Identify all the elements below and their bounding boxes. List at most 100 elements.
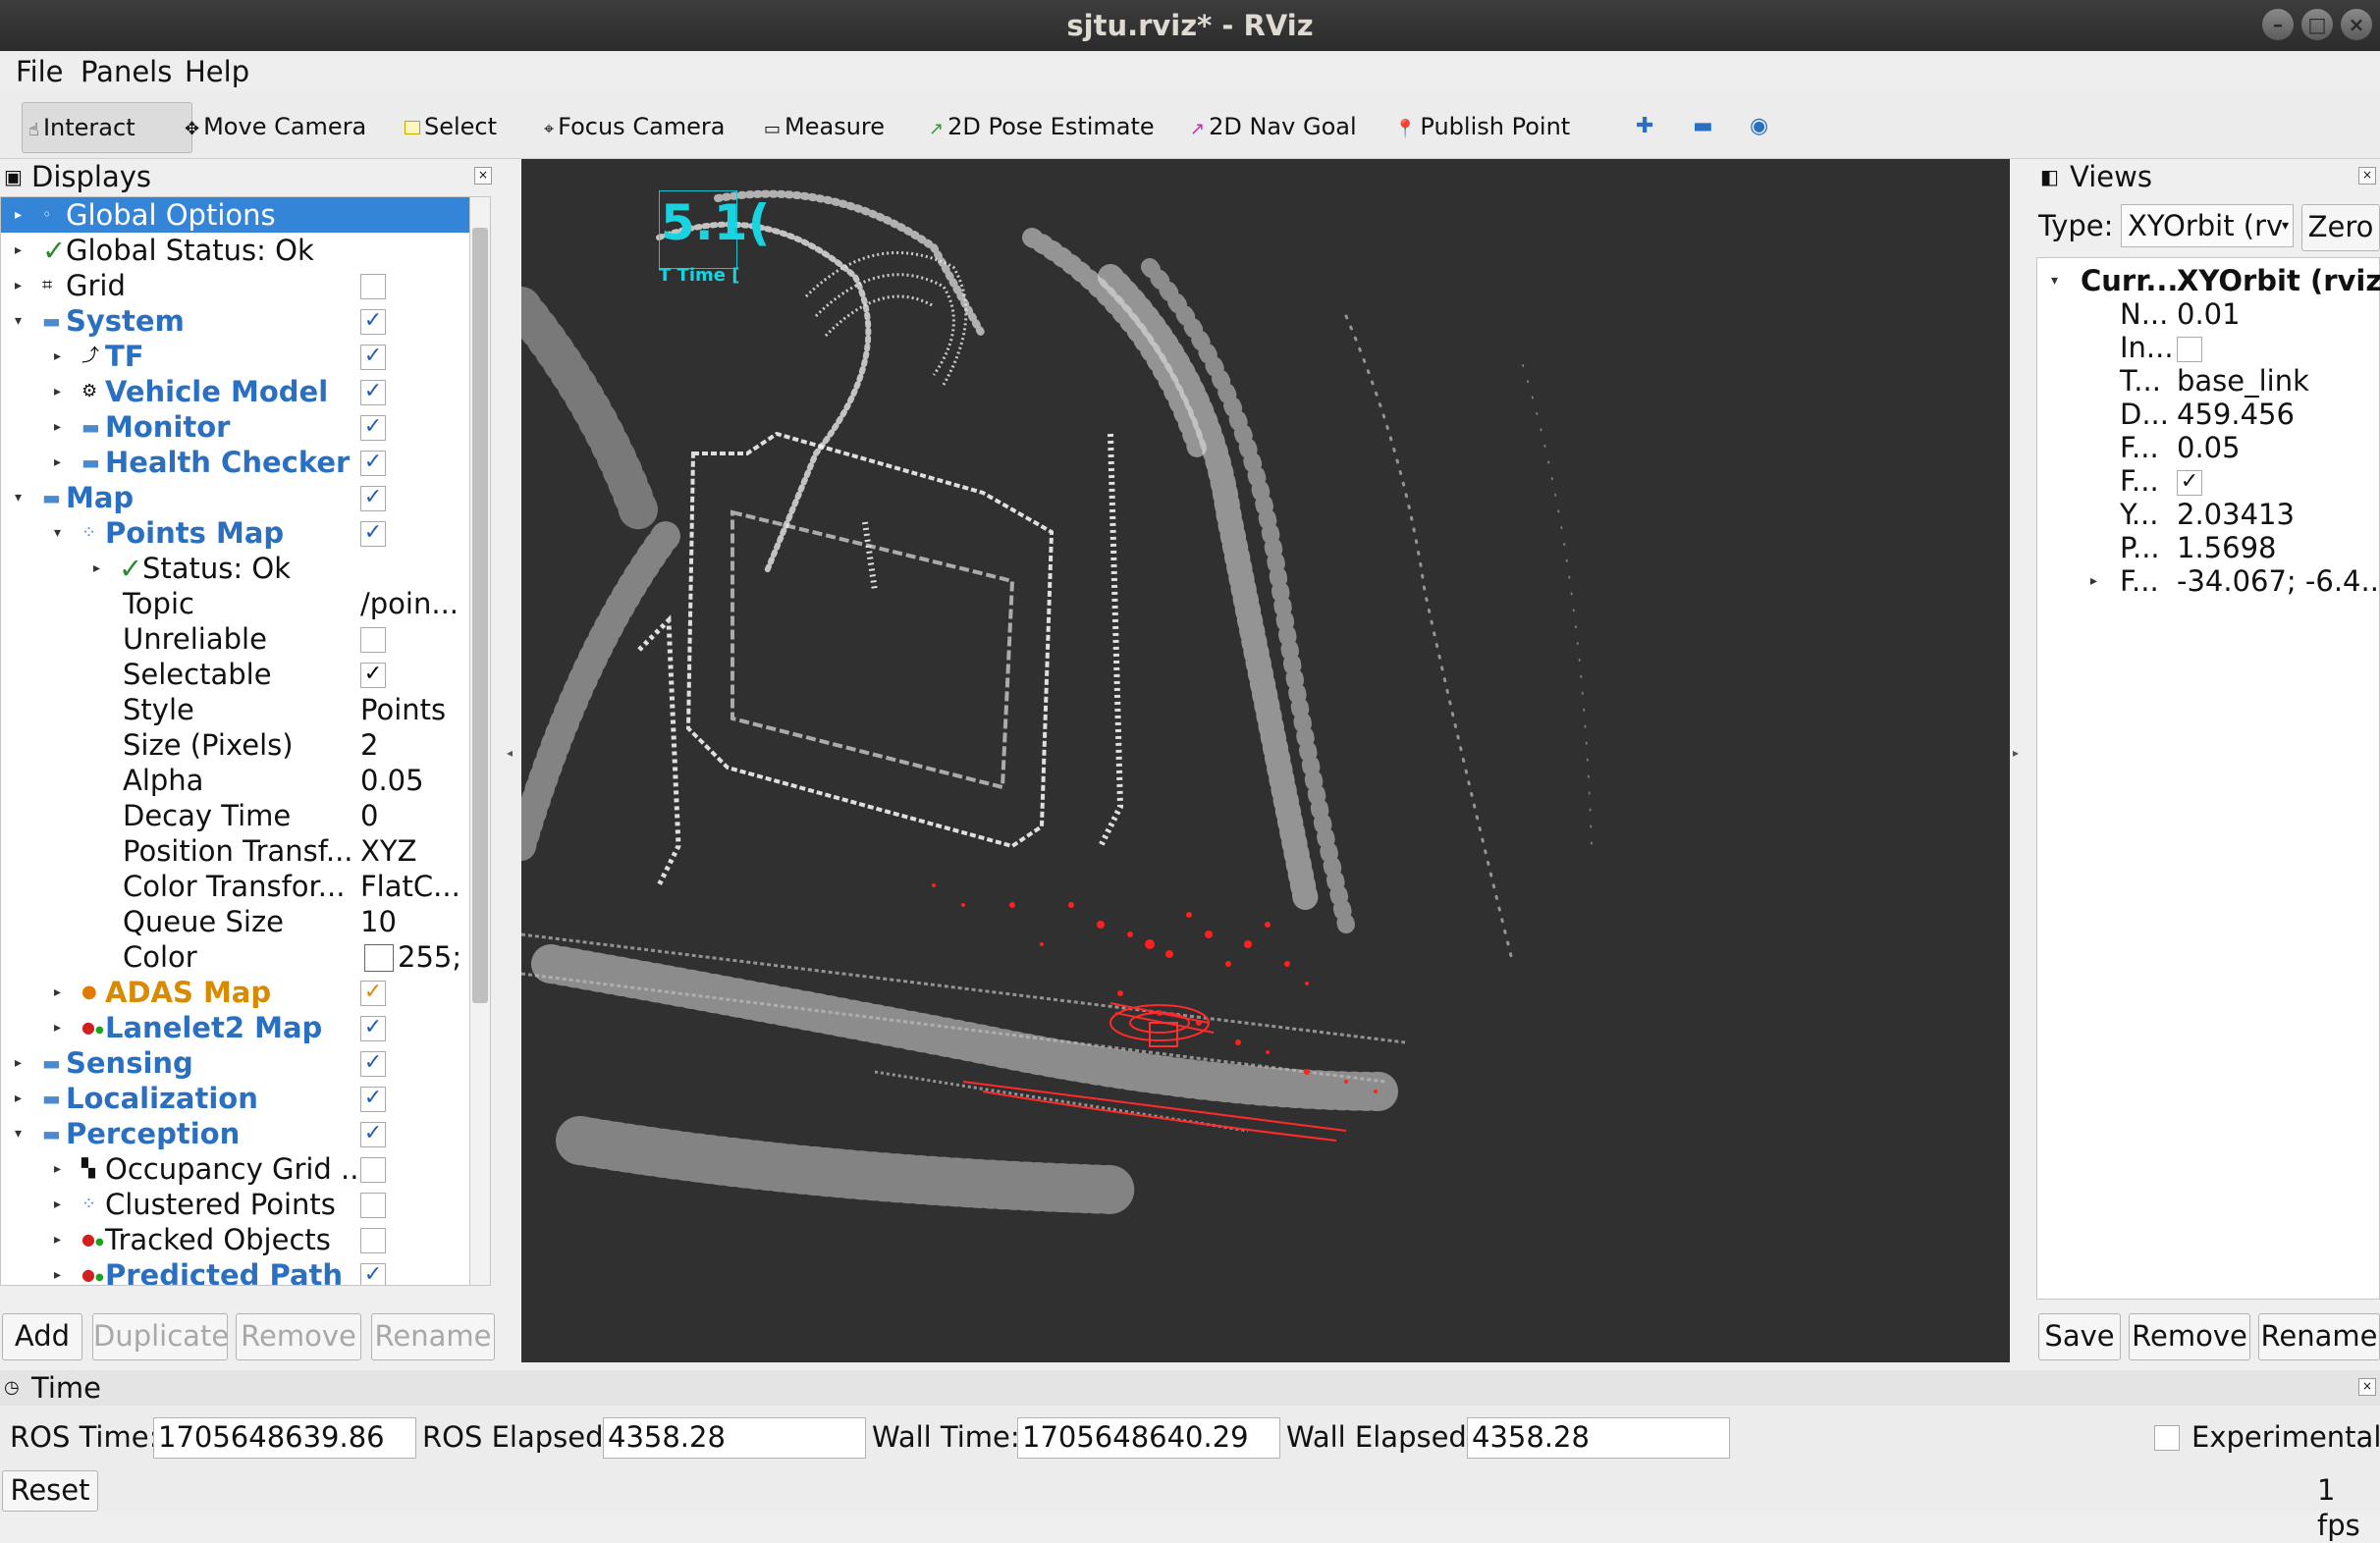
tree-item-clustered-points[interactable]: ▸ ⁘ Clustered Points	[1, 1187, 470, 1222]
view-prop-row[interactable]: In...	[2037, 331, 2379, 364]
tree-item-grid[interactable]: ▸ ⌗ Grid	[1, 268, 470, 303]
tree-item-occupancy-grid[interactable]: ▸ ▚ Occupancy Grid ...	[1, 1151, 470, 1187]
rename-display-button[interactable]: Rename	[371, 1313, 495, 1360]
prop-color[interactable]: Color 255;	[1, 939, 470, 975]
render-viewport[interactable]: 5.1( T Time [	[521, 159, 2010, 1362]
menu-help[interactable]: Help	[185, 55, 249, 88]
nav-goal-tool[interactable]: ↗ 2D Nav Goal	[1190, 102, 1357, 151]
unreliable-checkbox[interactable]	[360, 627, 386, 653]
queue-size-value[interactable]: 10	[360, 904, 397, 939]
reset-button[interactable]: Reset	[2, 1470, 98, 1512]
prop-value[interactable]: 2.03413	[2177, 498, 2295, 531]
tree-item-monitor[interactable]: ▸ ▬ Monitor ✓	[1, 409, 470, 445]
tree-item-map[interactable]: ▾ ▬ Map ✓	[1, 480, 470, 515]
pose-estimate-tool[interactable]: ↗ 2D Pose Estimate	[929, 102, 1155, 151]
view-prop-row[interactable]: D... 459.456	[2037, 398, 2379, 431]
point-cloud-map[interactable]	[521, 159, 2010, 1362]
tree-item-predicted-path[interactable]: ▸ ●● Predicted Path ✓	[1, 1257, 470, 1285]
tree-item-points-map[interactable]: ▾ ⁘ Points Map ✓	[1, 515, 470, 551]
selectable-checkbox[interactable]: ✓	[360, 663, 386, 688]
menu-file[interactable]: File	[16, 55, 64, 88]
sensing-checkbox[interactable]: ✓	[360, 1051, 386, 1077]
view-prop-row[interactable]: Y... 2.03413	[2037, 498, 2379, 531]
view-type-select[interactable]: XYOrbit (rv ▾	[2121, 204, 2294, 247]
alpha-value[interactable]: 0.05	[360, 763, 424, 798]
prop-unreliable[interactable]: Unreliable	[1, 621, 470, 657]
publish-point-tool[interactable]: 📍 Publish Point	[1394, 102, 1570, 151]
left-splitter-handle[interactable]: ◂	[507, 746, 513, 760]
wall-time-field[interactable]: 1705648640.29	[1017, 1417, 1280, 1459]
prop-decay-time[interactable]: Decay Time 0	[1, 798, 470, 833]
style-value[interactable]: Points	[360, 692, 446, 727]
prop-value[interactable]: base_link	[2177, 364, 2309, 398]
menu-panels[interactable]: Panels	[81, 55, 172, 88]
tree-item-sensing[interactable]: ▸ ▬ Sensing ✓	[1, 1045, 470, 1081]
measure-tool[interactable]: ▭ Measure	[764, 102, 885, 151]
size-value[interactable]: 2	[360, 727, 378, 763]
tree-item-vehicle-model[interactable]: ▸ ⚙ Vehicle Model ✓	[1, 374, 470, 409]
points-map-checkbox[interactable]: ✓	[360, 521, 386, 547]
adas-map-checkbox[interactable]: ✓	[360, 981, 386, 1006]
tree-item-global-options[interactable]: ▸ ◦ Global Options	[1, 197, 470, 233]
close-icon[interactable]: ×	[2358, 1378, 2376, 1396]
view-prop-row[interactable]: P... 1.5698	[2037, 531, 2379, 564]
ros-time-field[interactable]: 1705648639.86	[153, 1417, 416, 1459]
view-prop-row[interactable]: N... 0.01	[2037, 297, 2379, 331]
prop-position-transformer[interactable]: Position Transf... XYZ	[1, 833, 470, 869]
prop-size[interactable]: Size (Pixels) 2	[1, 727, 470, 763]
remove-display-button[interactable]: Remove	[236, 1313, 361, 1360]
move-camera-tool[interactable]: ✥ Move Camera	[185, 102, 366, 151]
experimental-checkbox[interactable]	[2154, 1425, 2180, 1451]
tf-checkbox[interactable]: ✓	[360, 345, 386, 370]
tree-item-global-status[interactable]: ▸ ✓ Global Status: Ok	[1, 233, 470, 268]
tree-item-adas-map[interactable]: ▸ ● ADAS Map ✓	[1, 975, 470, 1010]
localization-checkbox[interactable]: ✓	[360, 1087, 386, 1112]
view-prop-row[interactable]: ▸ F... -34.067; -6.4...	[2037, 564, 2380, 598]
prop-alpha[interactable]: Alpha 0.05	[1, 763, 470, 798]
close-icon[interactable]: ×	[2358, 167, 2376, 185]
vehicle-model-checkbox[interactable]: ✓	[360, 380, 386, 405]
wall-elapsed-field[interactable]: 4358.28	[1467, 1417, 1730, 1459]
ros-elapsed-field[interactable]: 4358.28	[603, 1417, 866, 1459]
clustered-points-checkbox[interactable]	[360, 1193, 386, 1218]
view-prop-row[interactable]: T... base_link	[2037, 364, 2379, 398]
tree-item-localization[interactable]: ▸ ▬ Localization ✓	[1, 1081, 470, 1116]
add-tool-icon[interactable]: ✚	[1636, 102, 1653, 151]
topic-value[interactable]: /poin...	[360, 586, 459, 621]
tree-item-lanelet2-map[interactable]: ▸ ●● Lanelet2 Map ✓	[1, 1010, 470, 1045]
predicted-path-checkbox[interactable]: ✓	[360, 1263, 386, 1285]
view-prop-row[interactable]: F... ✓	[2037, 464, 2379, 498]
focus-camera-tool[interactable]: ⌖ Focus Camera	[544, 102, 726, 151]
prop-queue-size[interactable]: Queue Size 10	[1, 904, 470, 939]
save-view-button[interactable]: Save	[2038, 1313, 2121, 1360]
tree-item-status-ok[interactable]: ▸ ✓ Status: Ok	[1, 551, 470, 586]
tree-item-perception[interactable]: ▾ ▬ Perception ✓	[1, 1116, 470, 1151]
close-icon[interactable]: ×	[474, 167, 492, 185]
current-view-row[interactable]: ▾ Curr... XYOrbit (rviz)	[2037, 264, 2380, 297]
perception-checkbox[interactable]: ✓	[360, 1122, 386, 1147]
prop-style[interactable]: Style Points	[1, 692, 470, 727]
position-transformer-value[interactable]: XYZ	[360, 833, 416, 869]
close-button[interactable]: ×	[2341, 9, 2372, 40]
prop-value[interactable]: 459.456	[2177, 398, 2295, 431]
color-value[interactable]: 255;	[398, 939, 461, 975]
tool-properties-icon[interactable]: ◉	[1750, 102, 1768, 151]
interact-tool[interactable]: ☝ Interact	[22, 102, 192, 153]
occupancy-grid-checkbox[interactable]	[360, 1157, 386, 1183]
grid-checkbox[interactable]	[360, 274, 386, 299]
lanelet2-map-checkbox[interactable]: ✓	[360, 1016, 386, 1041]
duplicate-display-button[interactable]: Duplicate	[92, 1313, 229, 1360]
tracked-objects-checkbox[interactable]	[360, 1228, 386, 1253]
minimize-button[interactable]: –	[2262, 9, 2294, 40]
tree-item-tf[interactable]: ▸ ⤴ TF ✓	[1, 339, 470, 374]
color-transformer-value[interactable]: FlatC...	[360, 869, 460, 904]
right-splitter-handle[interactable]: ▸	[2013, 746, 2019, 760]
prop-value[interactable]: -34.067; -6.4...	[2177, 564, 2380, 598]
remove-tool-icon[interactable]: ▬	[1693, 102, 1713, 151]
remove-view-button[interactable]: Remove	[2129, 1313, 2250, 1360]
prop-value[interactable]: 0.05	[2177, 431, 2241, 464]
prop-value[interactable]: 1.5698	[2177, 531, 2276, 564]
health-checker-checkbox[interactable]: ✓	[360, 451, 386, 476]
color-swatch[interactable]	[364, 944, 394, 972]
view-prop-row[interactable]: F... 0.05	[2037, 431, 2379, 464]
